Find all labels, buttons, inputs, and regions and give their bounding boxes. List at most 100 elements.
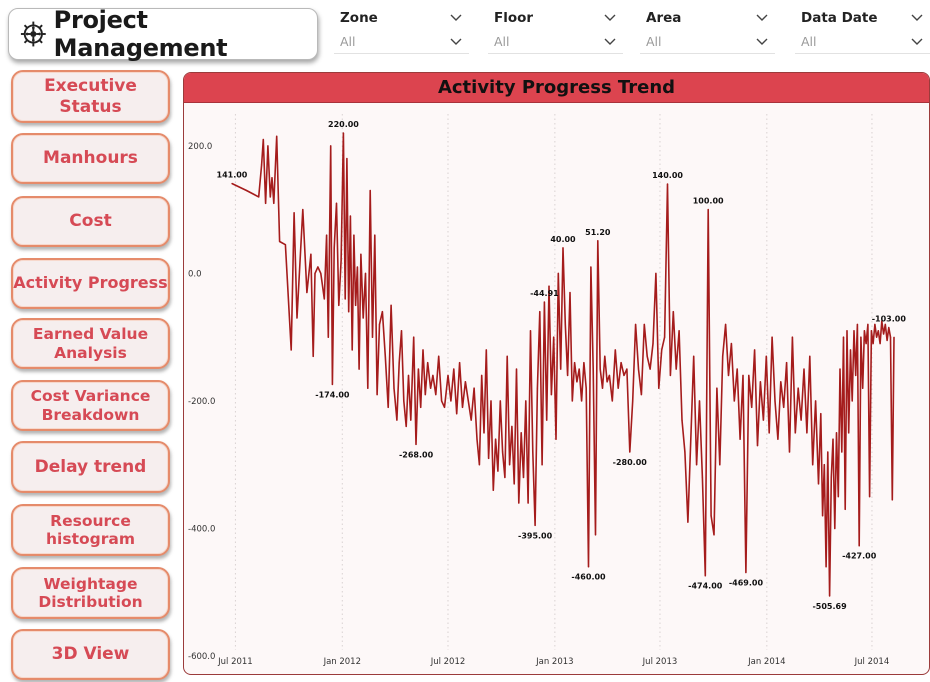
data-point — [506, 355, 508, 357]
data-label: 51.20 — [585, 228, 611, 237]
data-point — [828, 595, 831, 597]
data-point — [427, 362, 429, 364]
data-point — [306, 291, 308, 294]
data-point — [727, 374, 730, 377]
filter-floor[interactable]: Floor All — [488, 6, 623, 58]
nav-3d-view-button[interactable]: 3D View — [11, 629, 170, 680]
data-point — [432, 374, 434, 377]
data-point — [271, 177, 273, 179]
chevron-down-icon[interactable] — [910, 11, 924, 25]
nav-executive-status-button[interactable]: Executive Status — [11, 70, 170, 123]
data-point — [837, 495, 839, 498]
data-point — [417, 368, 419, 370]
data-point — [597, 240, 599, 242]
data-point — [846, 330, 848, 332]
filter-zone-label: Zone — [340, 10, 378, 26]
data-point — [532, 451, 534, 453]
data-point — [742, 374, 744, 377]
nav-weightage-distribution-button[interactable]: Weightage Distribution — [11, 567, 170, 619]
chevron-down-icon[interactable] — [755, 11, 769, 25]
data-point — [378, 323, 381, 326]
data-point — [398, 362, 400, 364]
data-label: 141.00 — [217, 171, 248, 180]
data-point — [360, 253, 362, 255]
data-point — [560, 368, 562, 370]
data-label: 140.00 — [652, 171, 683, 180]
nav-resource-histogram-button[interactable]: Resource histogram — [11, 504, 170, 556]
data-point — [269, 196, 271, 198]
data-label: -474.00 — [688, 582, 723, 591]
data-point — [276, 135, 278, 137]
chevron-down-icon[interactable] — [603, 11, 617, 25]
data-point — [310, 253, 312, 255]
data-point — [331, 383, 334, 385]
filter-data-date[interactable]: Data Date All — [795, 6, 930, 58]
x-tick-label: Jul 2013 — [642, 657, 678, 667]
filter-zone-dropdown[interactable]: All — [334, 30, 469, 54]
nav-earned-value-analysis-button[interactable]: Earned Value Analysis — [11, 318, 170, 369]
data-point — [443, 406, 446, 408]
chevron-down-icon[interactable] — [910, 35, 924, 49]
filter-floor-dropdown[interactable]: All — [488, 30, 623, 54]
data-point — [367, 387, 369, 389]
x-tick-label: Jul 2012 — [430, 657, 466, 667]
chevron-down-icon[interactable] — [603, 35, 617, 49]
data-point — [785, 362, 788, 364]
chevron-down-icon[interactable] — [755, 35, 769, 49]
data-point — [497, 470, 499, 472]
data-point — [736, 368, 738, 370]
data-point — [258, 196, 260, 198]
data-point — [481, 374, 483, 377]
data-point — [835, 432, 838, 434]
filter-data-date-dropdown[interactable]: All — [795, 30, 930, 54]
data-point — [349, 215, 352, 217]
data-point — [783, 406, 785, 408]
data-point — [447, 374, 449, 377]
data-point — [410, 419, 412, 421]
data-point — [701, 476, 703, 479]
data-point — [652, 342, 654, 345]
data-point — [754, 349, 756, 351]
data-point — [587, 566, 590, 568]
data-point — [716, 387, 718, 389]
data-point — [374, 234, 376, 236]
data-point — [356, 266, 358, 268]
data-point — [803, 368, 805, 370]
data-point — [675, 368, 677, 370]
data-point — [643, 323, 645, 326]
nav-activity-progress-button[interactable]: Activity Progress — [11, 258, 170, 309]
nav-cost-variance-breakdown-button[interactable]: Cost Variance Breakdown — [11, 380, 170, 431]
filter-area[interactable]: Area All — [640, 6, 775, 58]
filter-zone[interactable]: Zone All — [334, 6, 469, 58]
nav-cost-button[interactable]: Cost — [11, 196, 170, 247]
data-point — [534, 524, 536, 526]
data-point — [882, 333, 885, 335]
data-point — [548, 285, 550, 287]
data-point — [664, 336, 666, 338]
chevron-down-icon[interactable] — [449, 11, 463, 25]
nav-delay-trend-button[interactable]: Delay trend — [11, 441, 170, 493]
nav-manhours-button[interactable]: Manhours — [11, 133, 170, 184]
data-point — [841, 451, 843, 453]
data-point — [851, 400, 853, 402]
chevron-down-icon[interactable] — [449, 35, 463, 49]
data-point — [879, 342, 881, 345]
data-point — [573, 362, 576, 364]
data-point — [590, 266, 592, 268]
data-point — [698, 400, 701, 402]
data-point — [788, 451, 791, 453]
data-label: 100.00 — [693, 197, 724, 206]
data-point — [420, 406, 422, 408]
data-point — [485, 349, 487, 351]
data-point — [525, 400, 527, 402]
filter-area-dropdown[interactable]: All — [640, 30, 775, 54]
data-point — [340, 260, 342, 262]
data-point — [617, 387, 619, 389]
data-point — [855, 374, 857, 377]
activity-progress-line-chart[interactable]: Jul 2011 Jan 2012 Jul 2012 Jan 2013 Jul 2013… — [184, 104, 930, 675]
data-point — [874, 323, 876, 326]
data-point — [413, 336, 415, 338]
data-point — [626, 368, 628, 370]
data-point — [555, 438, 557, 440]
y-tick-label: -600.0 — [188, 652, 215, 662]
